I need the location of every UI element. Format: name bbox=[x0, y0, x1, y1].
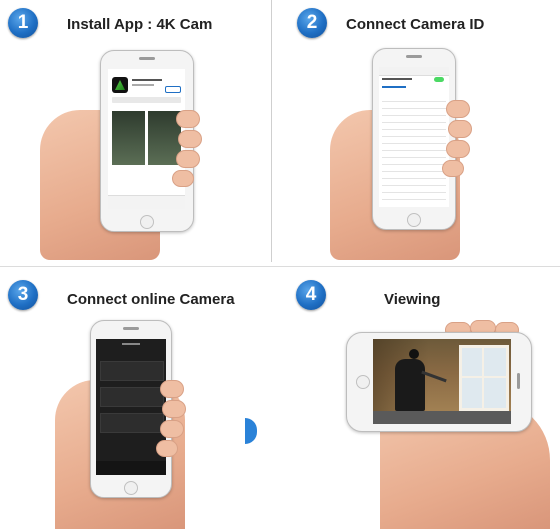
window bbox=[459, 345, 509, 411]
tab-strip bbox=[112, 97, 181, 103]
get-button bbox=[165, 86, 181, 93]
camera-row bbox=[100, 361, 164, 381]
app-store-screen bbox=[108, 69, 185, 209]
phone-speaker bbox=[139, 57, 155, 60]
step-4-badge: 4 bbox=[296, 280, 326, 310]
vertical-divider bbox=[271, 0, 272, 262]
phone-illustration bbox=[372, 48, 456, 230]
step-3-title: Connect online Camera bbox=[67, 291, 235, 308]
phone-landscape-illustration bbox=[346, 332, 532, 432]
horizontal-divider bbox=[0, 266, 560, 267]
phone-illustration bbox=[90, 320, 172, 498]
step-1-badge: 1 bbox=[8, 8, 38, 38]
step-2-badge: 2 bbox=[297, 8, 327, 38]
tab-bar bbox=[108, 195, 185, 209]
screenshot-1 bbox=[112, 111, 145, 165]
app-icon bbox=[112, 77, 128, 93]
home-button bbox=[140, 215, 154, 229]
intruder-figure bbox=[395, 359, 425, 411]
step-4-title: Viewing bbox=[384, 291, 441, 308]
camera-view-screen bbox=[373, 339, 511, 424]
camera-list-screen bbox=[96, 339, 166, 475]
step-1-title: Install App : 4K Cam bbox=[67, 16, 213, 33]
camera-row bbox=[100, 387, 164, 407]
step-3-badge: 3 bbox=[8, 280, 38, 310]
camera-row bbox=[100, 413, 164, 433]
wifi-list-screen bbox=[379, 67, 449, 207]
intruder-head bbox=[409, 349, 419, 359]
network-list bbox=[382, 95, 446, 203]
wifi-toggle bbox=[434, 77, 444, 82]
step-2-title: Connect Camera ID bbox=[346, 16, 485, 33]
blue-tab-fragment bbox=[245, 418, 257, 444]
